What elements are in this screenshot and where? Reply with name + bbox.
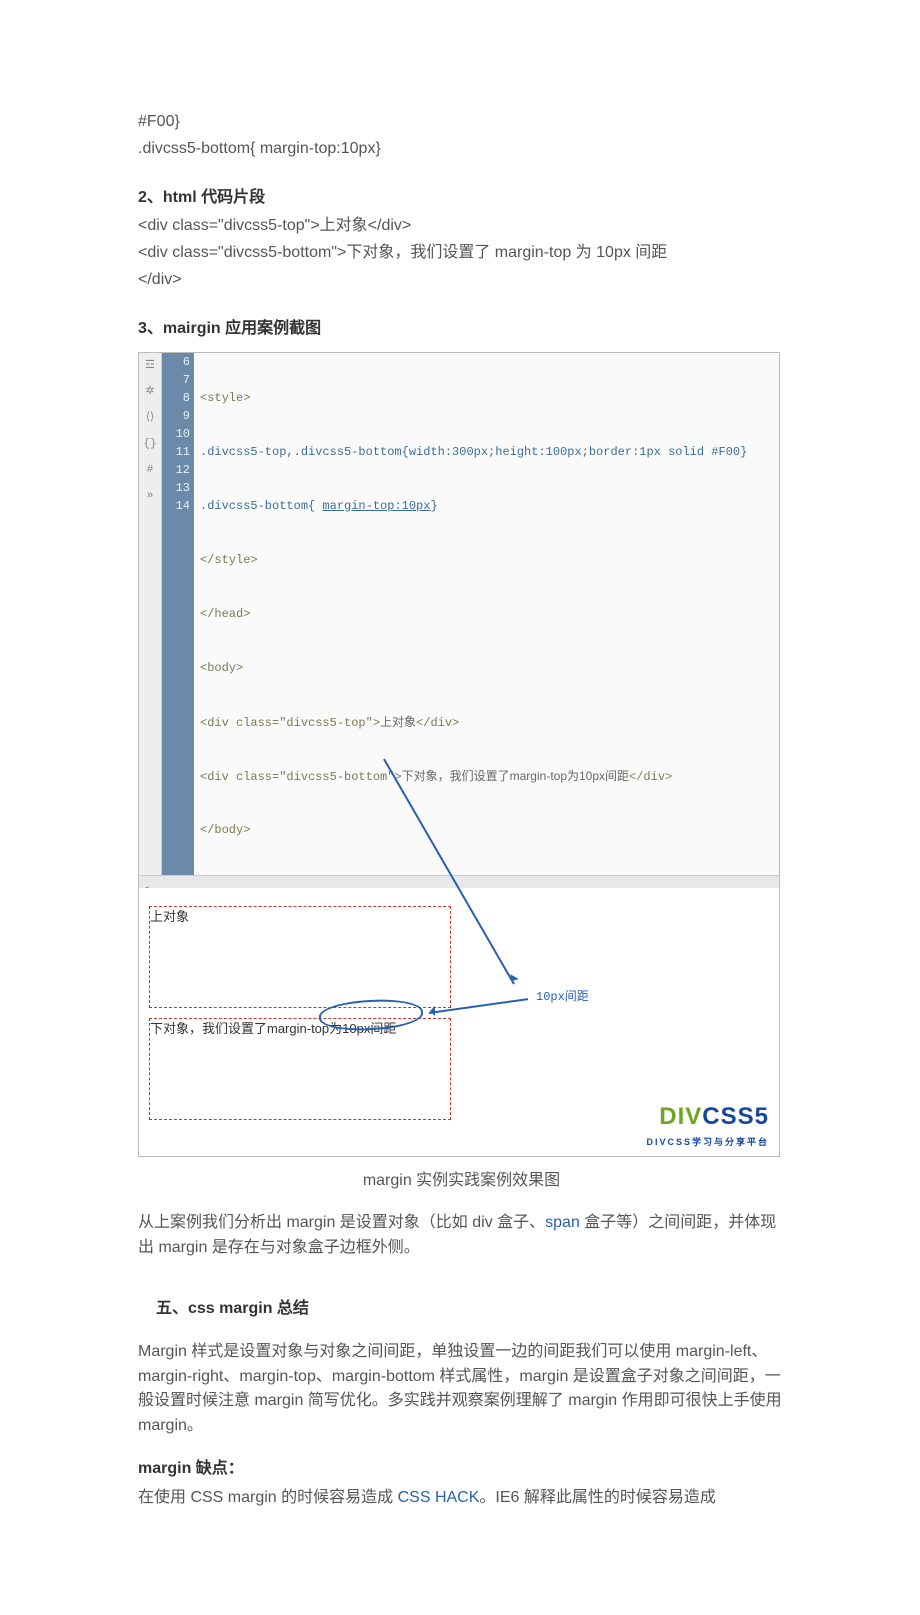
html-line-2a: <div class="divcss5-bottom">下对象，我们设置了 ma… [138, 241, 785, 266]
code-l13a: <div class="divcss5-bottom"> [200, 770, 402, 784]
line-num: 12 [166, 461, 190, 479]
section-3-num: 3、 [138, 320, 163, 337]
section-3-heading: 3、mairgin 应用案例截图 [138, 317, 785, 342]
code-l8b: margin-top:10px [322, 499, 430, 513]
line-number-column: 6 7 8 9 10 11 12 13 14 [162, 353, 194, 875]
code-l9: </style> [200, 553, 258, 567]
divcss5-logo: DIVCSS5 DIVCSS学习与分享平台 [646, 1098, 769, 1149]
code-l8a: .divcss5-bottom{ [200, 499, 322, 513]
margin-caveat-title-text: margin 缺点： [138, 1460, 244, 1477]
css-line-1: #F00} [138, 110, 785, 135]
caveat-text-b: 。IE6 解释此属性的时候容易造成 [479, 1489, 715, 1506]
html-line-2b: </div> [138, 268, 785, 293]
code-l14: </body> [200, 823, 250, 837]
section-2-heading: 2、html 代码片段 [138, 186, 785, 211]
line-num: 10 [166, 425, 190, 443]
annotation-arrowhead-2 [425, 1006, 435, 1016]
code-text-column: <style> .divcss5-top,.divcss5-bottom{wid… [194, 353, 779, 875]
code-l12a: <div class="divcss5-top"> [200, 716, 380, 730]
code-l13b: 下对象，我们设置了margin-top为10px间距 [402, 769, 629, 783]
section-2-rest: 代码片段 [197, 189, 265, 206]
line-num: 14 [166, 497, 190, 515]
code-l13c: </div> [629, 770, 672, 784]
margin-caveat-title: margin 缺点： [138, 1457, 785, 1482]
span-link[interactable]: span [545, 1214, 580, 1231]
editor-gutter-icons: ☲ ✲ ⟨⟩ {} # » [139, 353, 162, 875]
preview-top-label: 上对象 [150, 909, 189, 924]
figure-caption: margin 实例实践案例效果图 [138, 1169, 785, 1194]
html-line-1: <div class="divcss5-top">上对象</div> [138, 214, 785, 239]
annotation-gap-label: 10px间距 [536, 988, 589, 1007]
split-icon: ⟨⟩ [146, 409, 155, 427]
section-2-bold: html [163, 189, 197, 206]
code-l10: </head> [200, 607, 250, 621]
code-editor-pane: ☲ ✲ ⟨⟩ {} # » 6 7 8 9 10 11 12 13 14 <st… [139, 353, 779, 875]
anchor-icon: # [147, 461, 154, 479]
section-3-rest: 应用案例截图 [221, 320, 321, 337]
figure-frame: ☲ ✲ ⟨⟩ {} # » 6 7 8 9 10 11 12 13 14 <st… [138, 352, 780, 1157]
line-num: 13 [166, 479, 190, 497]
code-l11: <body> [200, 661, 243, 675]
line-num: 7 [166, 371, 190, 389]
code-l7: .divcss5-top,.divcss5-bottom{width:300px… [200, 445, 747, 459]
logo-div: DIV [659, 1103, 702, 1130]
line-num: 9 [166, 407, 190, 425]
section-5-heading: 五、css margin 总结 [156, 1297, 785, 1322]
preview-top-box: 上对象 [149, 906, 451, 1008]
preview-bottom-box: 下对象，我们设置了margin-top为10px间距 [149, 1018, 451, 1120]
preview-pane: 上对象 下对象，我们设置了margin-top为10px间距 10px间距 DI… [139, 888, 779, 1156]
css-line-2: .divcss5-bottom{ margin-top:10px} [138, 137, 785, 162]
code-l12b: 上对象 [380, 715, 416, 729]
analysis-text-a: 从上案例我们分析出 margin 是设置对象（比如 div 盒子、 [138, 1214, 545, 1231]
css-hack-link[interactable]: CSS HACK [398, 1489, 480, 1506]
section-2-num: 2、 [138, 189, 163, 206]
margin-caveat-body: 在使用 CSS margin 的时候容易造成 CSS HACK。IE6 解释此属… [138, 1486, 785, 1511]
star-icon: ✲ [145, 383, 154, 401]
braces-icon: {} [143, 435, 156, 453]
code-l8c: } [430, 499, 437, 513]
section-3-bold: mairgin [163, 320, 221, 337]
editor-scrollbar[interactable]: ◀ [139, 875, 779, 888]
section-5-body: Margin 样式是设置对象与对象之间间距，单独设置一边的间距我们可以使用 ma… [138, 1340, 785, 1439]
line-num: 6 [166, 353, 190, 371]
caveat-text-a: 在使用 CSS margin 的时候容易造成 [138, 1489, 398, 1506]
logo-subtitle: DIVCSS学习与分享平台 [646, 1136, 769, 1150]
chevrons-icon: » [147, 487, 154, 505]
tree-icon: ☲ [145, 357, 155, 375]
logo-css5: CSS5 [702, 1103, 769, 1130]
code-l12c: </div> [416, 716, 459, 730]
document-page: #F00} .divcss5-bottom{ margin-top:10px} … [0, 0, 920, 1615]
code-l6: <style> [200, 391, 250, 405]
analysis-paragraph: 从上案例我们分析出 margin 是设置对象（比如 div 盒子、span 盒子… [138, 1211, 785, 1261]
line-num: 8 [166, 389, 190, 407]
line-num: 11 [166, 443, 190, 461]
